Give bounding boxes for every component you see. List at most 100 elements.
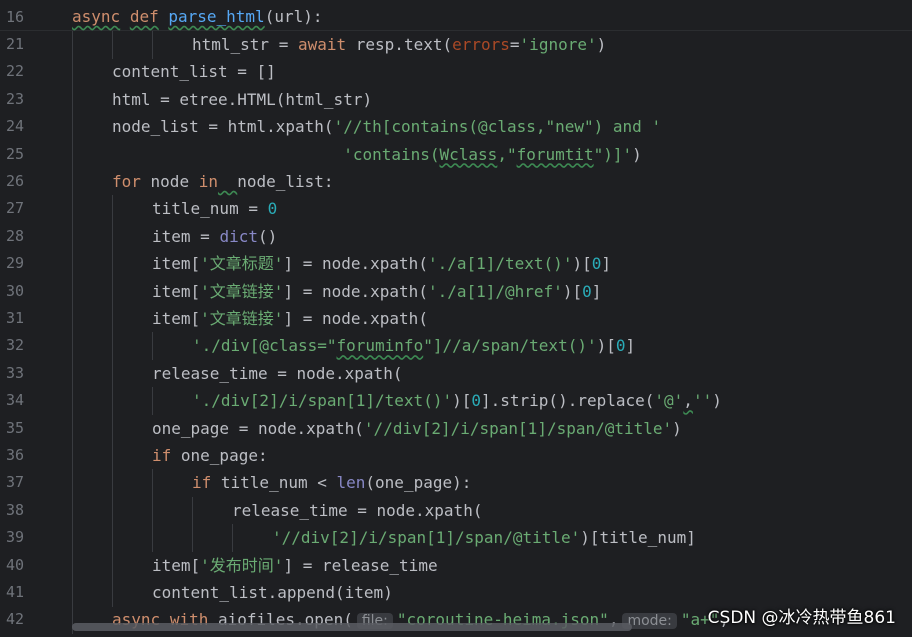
line-number[interactable]: 34 — [0, 387, 24, 414]
indent-guide — [112, 442, 113, 470]
line-number[interactable]: 36 — [0, 442, 24, 469]
code-text[interactable]: item['发布时间'] = release_time — [152, 552, 438, 579]
code-text[interactable]: release_time = node.xpath( — [232, 497, 482, 524]
code-line[interactable]: 25 'contains(Wclass,"forumtit")]') — [0, 140, 912, 169]
code-text[interactable]: './div[2]/i/span[1]/text()')[0].strip().… — [192, 387, 722, 414]
indent-guide — [192, 524, 193, 553]
line-number[interactable]: 27 — [0, 195, 24, 222]
code-token: for — [112, 172, 141, 191]
line-number[interactable]: 24 — [0, 113, 24, 140]
code-token: html_str = — [192, 35, 298, 54]
code-text[interactable]: content_list = [] — [112, 58, 276, 85]
indent-guide — [72, 195, 73, 224]
code-line[interactable]: 36 if one_page: — [0, 442, 912, 470]
code-line[interactable]: 24 node_list = html.xpath('//th[contains(… — [0, 113, 912, 142]
indent-guide — [112, 250, 113, 279]
line-number[interactable]: 26 — [0, 168, 24, 195]
code-line[interactable]: 39 '//div[2]/i/span[1]/span/@title')[titl… — [0, 524, 912, 553]
code-line[interactable]: 26 for node in node_list: — [0, 168, 912, 196]
code-line[interactable]: 40 item['发布时间'] = release_time — [0, 551, 912, 580]
line-number[interactable]: 35 — [0, 415, 24, 442]
code-line[interactable]: 31 item['文章链接'] = node.xpath( — [0, 305, 912, 333]
code-token: content_list = [] — [112, 62, 276, 82]
code-line[interactable]: 35 one_page = node.xpath('//div[2]/i/span… — [0, 414, 912, 443]
code-text[interactable]: title_num = 0 — [152, 195, 277, 222]
code-line[interactable]: 33 release_time = node.xpath( — [0, 359, 912, 388]
line-number[interactable]: 23 — [0, 86, 24, 113]
line-number[interactable]: 37 — [0, 469, 24, 496]
code-line[interactable]: 30 item['文章链接'] = node.xpath('./a[1]/@hre… — [0, 277, 912, 306]
code-line[interactable]: 16 async def parse_html(url): — [0, 0, 912, 31]
code-text[interactable]: html = etree.HTML(html_str) — [112, 86, 372, 113]
code-text[interactable]: './div[@class="foruminfo"]//a/span/text(… — [192, 332, 635, 359]
indent-guide — [112, 579, 113, 607]
code-text[interactable]: item['文章标题'] = node.xpath('./a[1]/text()… — [152, 250, 611, 277]
indent-guide — [72, 359, 73, 388]
code-token: ] = release_time — [283, 555, 438, 575]
line-number[interactable]: 22 — [0, 58, 24, 85]
code-text[interactable]: one_page = node.xpath('//div[2]/i/span[1… — [152, 415, 682, 442]
line-number[interactable]: 29 — [0, 250, 24, 277]
indent-guide — [72, 168, 73, 196]
code-line[interactable]: 23 html = etree.HTML(html_str) — [0, 85, 912, 114]
code-text[interactable]: item['文章链接'] = node.xpath('./a[1]/@href'… — [152, 278, 601, 305]
line-number[interactable]: 28 — [0, 223, 24, 250]
line-number[interactable]: 40 — [0, 552, 24, 579]
code-token: html = etree.HTML(html_str) — [112, 89, 373, 109]
code-text[interactable]: node_list = html.xpath('//th[contains(@c… — [112, 113, 661, 140]
code-text[interactable]: async with aiofiles.open(file: "coroutine… — [112, 606, 729, 635]
code-text[interactable]: if one_page: — [152, 442, 268, 469]
code-line[interactable]: 27 title_num = 0 — [0, 195, 912, 224]
code-text[interactable]: '//div[2]/i/span[1]/span/@title')[title_… — [272, 524, 696, 551]
code-line[interactable]: 21 html_str = await resp.text(errors='ign… — [0, 31, 912, 59]
code-text[interactable]: content_list.append(item) — [152, 579, 393, 606]
line-number[interactable]: 41 — [0, 579, 24, 606]
code-text[interactable]: if title_num < len(one_page): — [192, 469, 471, 496]
line-number[interactable]: 31 — [0, 305, 24, 332]
code-text[interactable]: 'contains(Wclass,"forumtit")]') — [112, 141, 642, 168]
code-line[interactable]: 22 content_list = [] — [0, 58, 912, 87]
code-line[interactable]: 34 './div[2]/i/span[1]/text()')[0].strip(… — [0, 387, 912, 416]
indent-guide — [112, 387, 113, 416]
code-token: 0 — [591, 254, 602, 274]
indent-guide — [112, 359, 113, 388]
code-line[interactable]: 37 if title_num < len(one_page): — [0, 469, 912, 498]
line-number[interactable]: 21 — [0, 31, 24, 58]
line-number[interactable]: 30 — [0, 278, 24, 305]
code-text[interactable]: for node in node_list: — [112, 168, 334, 195]
line-number[interactable]: 33 — [0, 360, 24, 387]
code-token: (url): — [264, 7, 323, 26]
code-token: async — [72, 7, 121, 26]
code-editor[interactable]: 16 async def parse_html(url): 21 html_str =… — [0, 0, 912, 637]
code-line[interactable]: 41 content_list.append(item) — [0, 579, 912, 607]
line-number[interactable]: 38 — [0, 497, 24, 524]
watermark: CSDN @冰冷热带鱼861 — [707, 608, 896, 628]
code-token: './a[1]/text()' — [427, 254, 573, 274]
line-number[interactable]: 42 — [0, 606, 24, 633]
code-token: ] = node.xpath( — [283, 281, 428, 301]
horizontal-scrollbar[interactable] — [72, 623, 632, 631]
code-text[interactable]: async def parse_html(url): — [72, 0, 322, 34]
indent-guide — [152, 332, 153, 361]
code-token: release_time = node.xpath( — [232, 500, 483, 520]
code-token: one_page = node.xpath( — [152, 418, 364, 438]
code-line[interactable]: 29 item['文章标题'] = node.xpath('./a[1]/text… — [0, 250, 912, 279]
line-number[interactable]: 39 — [0, 524, 24, 551]
indent-guide — [72, 332, 73, 361]
code-token: 'contains( — [343, 144, 440, 164]
code-token: forumtit — [516, 144, 594, 164]
code-token: ")]' — [593, 144, 633, 164]
code-token: '发布时间' — [200, 555, 284, 575]
line-number[interactable]: 32 — [0, 332, 24, 359]
code-token: )[ — [452, 391, 472, 411]
code-text[interactable]: item['文章链接'] = node.xpath( — [152, 305, 428, 332]
code-text[interactable]: html_str = await resp.text(errors='ignor… — [192, 31, 606, 58]
code-text[interactable]: item = dict() — [152, 223, 277, 250]
code-line[interactable]: 28 item = dict() — [0, 222, 912, 251]
code-text[interactable]: release_time = node.xpath( — [152, 360, 402, 387]
code-line[interactable]: 32 './div[@class="foruminfo"]//a/span/tex… — [0, 332, 912, 361]
line-number[interactable]: 25 — [0, 141, 24, 168]
indent-guide — [112, 414, 113, 443]
code-line[interactable]: 38 release_time = node.xpath( — [0, 496, 912, 525]
line-number[interactable]: 16 — [0, 0, 24, 34]
